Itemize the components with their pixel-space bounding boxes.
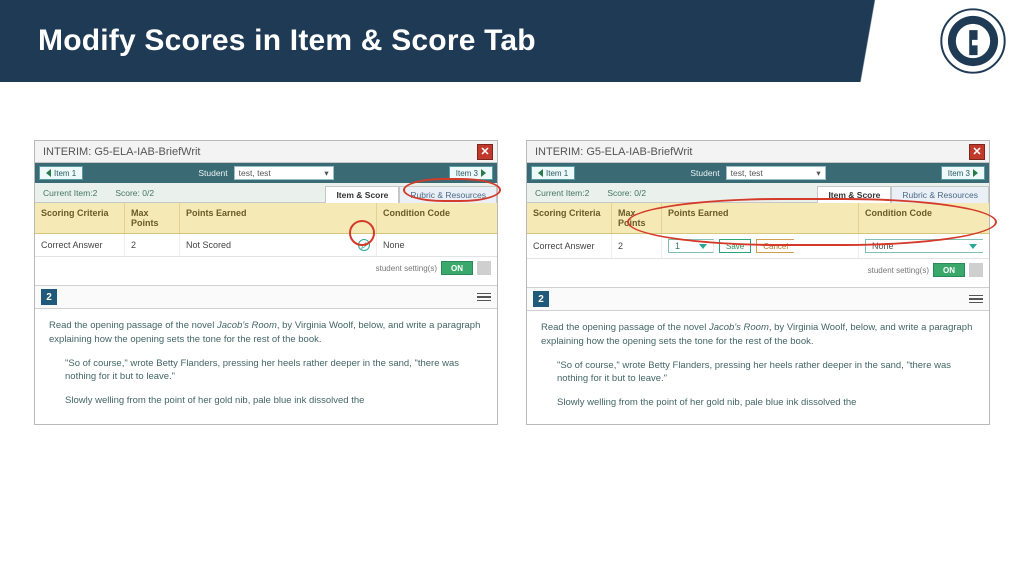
question-number-badge: 2: [533, 291, 549, 307]
student-label: Student: [690, 168, 719, 178]
student-dropdown[interactable]: test, test▾: [234, 166, 334, 180]
item-nav-bar: Item 1 Student test, test▾ Item 3: [527, 163, 989, 183]
current-item-text: Current Item:2: [43, 188, 97, 198]
tab-item-score[interactable]: Item & Score: [325, 186, 399, 203]
condition-code-cell: None: [859, 234, 989, 258]
score-summary-text: Score: 0/2: [607, 188, 646, 198]
tabs-row: Current Item:2 Score: 0/2 Item & Score R…: [527, 183, 989, 203]
tabs-row: Current Item:2 Score: 0/2 Item & Score R…: [35, 183, 497, 203]
slide-header: Modify Scores in Item & Score Tab: [0, 0, 1024, 82]
pencil-icon[interactable]: [358, 239, 370, 251]
window-title: INTERIM: G5-ELA-IAB-BriefWrit: [43, 146, 200, 158]
hamburger-icon[interactable]: [477, 293, 491, 302]
panels-row: INTERIM: G5-ELA-IAB-BriefWrit ✕ Item 1 S…: [0, 82, 1024, 425]
close-icon[interactable]: ✕: [969, 144, 985, 160]
idaho-doe-seal-icon: [940, 8, 1006, 74]
score-grid-row: Correct Answer 2 Not Scored None: [35, 234, 497, 257]
student-settings-row: student setting(s) ON: [35, 257, 497, 279]
panel-before: INTERIM: G5-ELA-IAB-BriefWrit ✕ Item 1 S…: [34, 140, 498, 425]
prev-item-button[interactable]: Item 1: [39, 166, 83, 180]
close-icon[interactable]: ✕: [477, 144, 493, 160]
settings-gray-block: [969, 263, 983, 277]
condition-code-cell: None: [377, 234, 497, 256]
save-button[interactable]: Save: [719, 239, 751, 253]
tab-item-score[interactable]: Item & Score: [817, 186, 891, 203]
next-item-button[interactable]: Item 3: [941, 166, 985, 180]
prev-item-button[interactable]: Item 1: [531, 166, 575, 180]
passage-text: Read the opening passage of the novel Ja…: [35, 309, 497, 422]
tab-rubric-resources[interactable]: Rubric & Resources: [891, 186, 989, 203]
slide-title: Modify Scores in Item & Score Tab: [38, 24, 536, 58]
settings-gray-block: [477, 261, 491, 275]
max-points-cell: 2: [125, 234, 180, 256]
item-nav-bar: Item 1 Student test, test▾ Item 3: [35, 163, 497, 183]
criteria-cell: Correct Answer: [35, 234, 125, 256]
passage-text: Read the opening passage of the novel Ja…: [527, 311, 989, 424]
score-grid-row: Correct Answer 2 1 Save Cancel None: [527, 234, 989, 259]
criteria-cell: Correct Answer: [527, 234, 612, 258]
condition-code-dropdown[interactable]: None: [865, 239, 983, 253]
student-dropdown[interactable]: test, test▾: [726, 166, 826, 180]
panel-titlebar: INTERIM: G5-ELA-IAB-BriefWrit ✕: [527, 141, 989, 163]
question-bar: 2: [527, 287, 989, 311]
settings-toggle[interactable]: ON: [441, 261, 473, 275]
tab-rubric-resources[interactable]: Rubric & Resources: [399, 186, 497, 203]
score-summary-text: Score: 0/2: [115, 188, 154, 198]
panel-after: INTERIM: G5-ELA-IAB-BriefWrit ✕ Item 1 S…: [526, 140, 990, 425]
settings-toggle[interactable]: ON: [933, 263, 965, 277]
max-points-cell: 2: [612, 234, 662, 258]
student-label: Student: [198, 168, 227, 178]
points-earned-dropdown[interactable]: 1: [668, 239, 714, 253]
score-grid-header: Scoring CriteriaMax PointsPoints EarnedC…: [527, 203, 989, 234]
student-selector: Student test, test▾: [690, 166, 825, 180]
question-bar: 2: [35, 285, 497, 309]
points-earned-cell: 1 Save Cancel: [662, 234, 859, 258]
student-settings-row: student setting(s) ON: [527, 259, 989, 281]
student-selector: Student test, test▾: [198, 166, 333, 180]
hamburger-icon[interactable]: [969, 295, 983, 304]
points-earned-cell: Not Scored: [180, 234, 377, 256]
score-grid-header: Scoring CriteriaMax PointsPoints EarnedC…: [35, 203, 497, 234]
window-title: INTERIM: G5-ELA-IAB-BriefWrit: [535, 146, 692, 158]
current-item-text: Current Item:2: [535, 188, 589, 198]
next-item-button[interactable]: Item 3: [449, 166, 493, 180]
panel-titlebar: INTERIM: G5-ELA-IAB-BriefWrit ✕: [35, 141, 497, 163]
cancel-button[interactable]: Cancel: [756, 239, 794, 253]
question-number-badge: 2: [41, 289, 57, 305]
